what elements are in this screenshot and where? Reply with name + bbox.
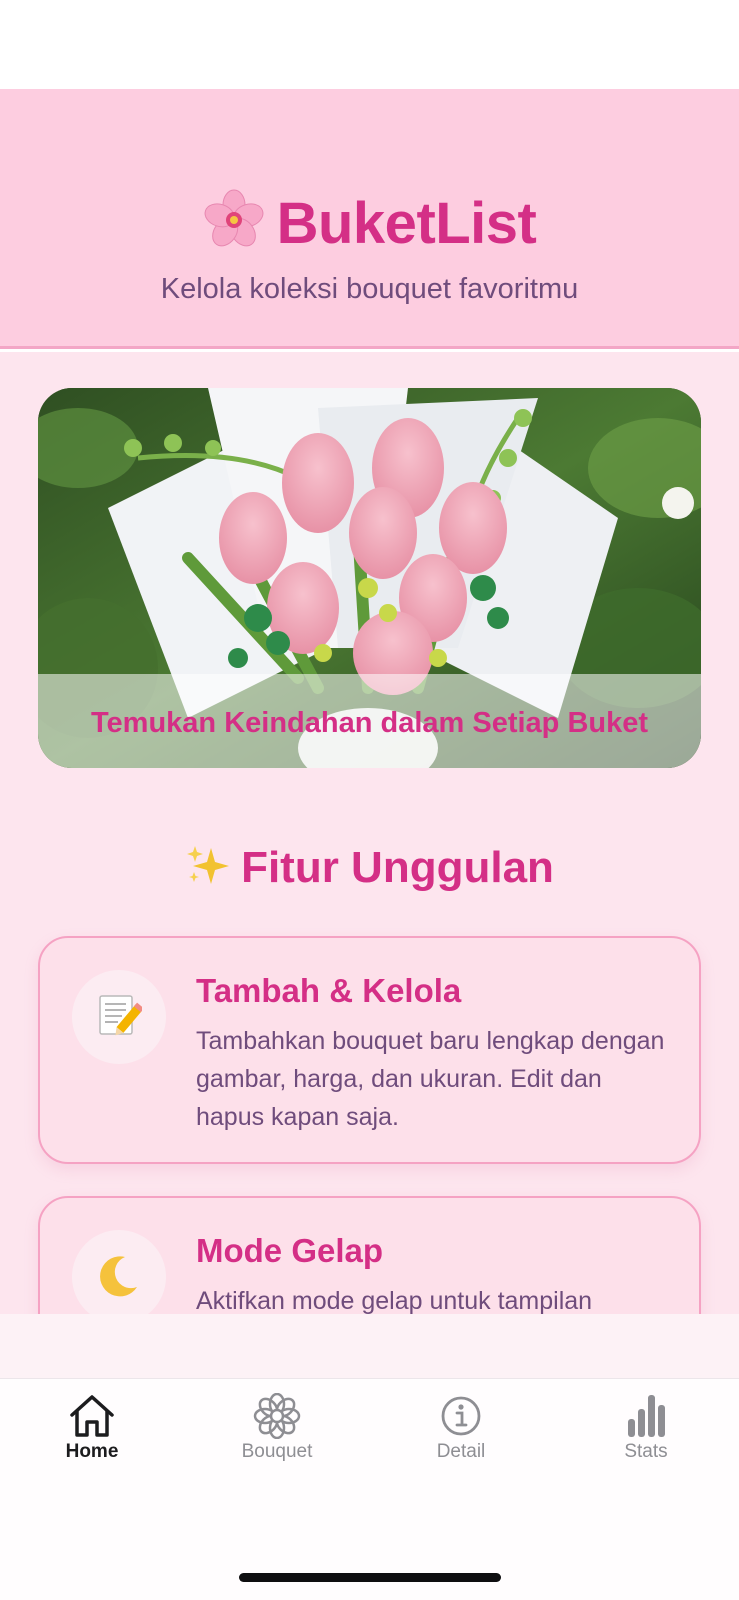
feature-card-dark-mode[interactable]: Mode Gelap Aktifkan mode gelap untuk tam… [38, 1196, 701, 1314]
tab-label: Home [65, 1441, 119, 1462]
hero-caption: Temukan Keindahan dalam Setiap Buket [90, 707, 649, 739]
feature-description: Aktifkan mode gelap untuk tampilan [196, 1287, 593, 1314]
content-bottom-spacer [0, 1314, 739, 1378]
features-title-text: Fitur Unggulan [241, 843, 554, 892]
feature-icon-container [72, 1230, 166, 1314]
feature-icon-container [72, 970, 166, 1064]
feature-title: Tambah & Kelola [196, 972, 462, 1009]
flower-icon [253, 1393, 301, 1439]
home-indicator[interactable] [239, 1573, 501, 1582]
app-title: BuketList [0, 189, 739, 257]
tab-label: Bouquet [241, 1441, 313, 1462]
feature-description: Tambahkan bouquet baru lengkap dengan ga… [196, 1027, 665, 1131]
tab-label: Stats [624, 1441, 668, 1462]
bar-chart-icon [628, 1395, 665, 1437]
memo-pencil-icon [96, 992, 144, 1043]
features-section-title: Fitur Unggulan [0, 842, 739, 893]
status-bar-area [0, 0, 739, 89]
app-subtitle: Kelola koleksi bouquet favoritmu [160, 273, 579, 305]
feature-title: Mode Gelap [196, 1232, 384, 1269]
sparkles-icon [185, 842, 231, 888]
crescent-moon-icon [95, 1251, 143, 1304]
tab-bouquet[interactable]: Bouquet [217, 1393, 337, 1463]
hero-banner[interactable]: Temukan Keindahan dalam Setiap Buket [38, 388, 701, 768]
info-icon [441, 1396, 481, 1436]
cherry-blossom-icon [203, 189, 265, 251]
tab-home[interactable]: Home [32, 1393, 152, 1463]
feature-card-manage[interactable]: Tambah & Kelola Tambahkan bouquet baru l… [38, 936, 701, 1164]
house-icon [70, 1395, 114, 1437]
tab-label: Detail [436, 1441, 486, 1462]
app-header: BuketList Kelola koleksi bouquet favorit… [0, 89, 739, 349]
tab-detail[interactable]: Detail [401, 1393, 521, 1463]
bottom-tab-bar: Home Bouquet Detail Stats [0, 1378, 739, 1600]
app-title-text: BuketList [276, 191, 537, 256]
tab-stats[interactable]: Stats [586, 1393, 706, 1463]
home-content[interactable]: Temukan Keindahan dalam Setiap Buket Fit… [0, 352, 739, 1314]
